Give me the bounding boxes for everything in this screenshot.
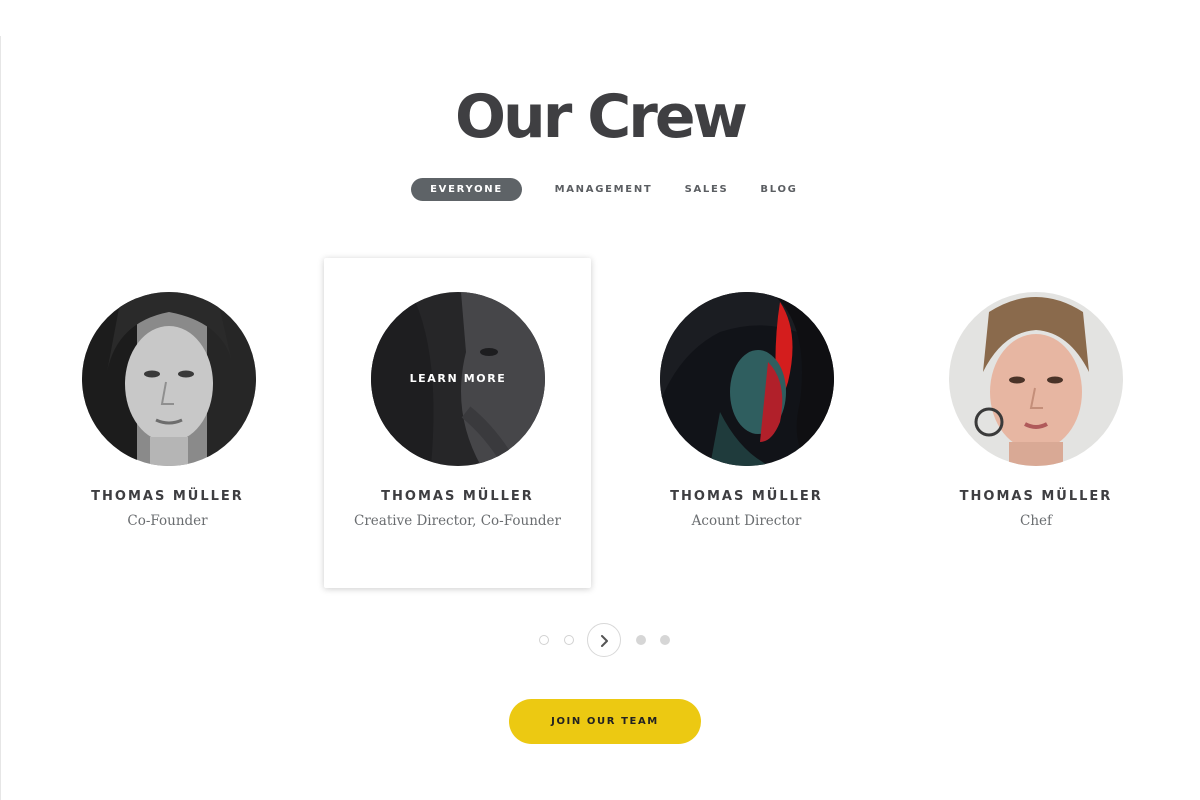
- tab-everyone[interactable]: EVERYONE: [411, 178, 522, 201]
- member-role: Creative Director, Co-Founder: [354, 513, 561, 529]
- member-photo[interactable]: [82, 292, 256, 466]
- learn-more-link[interactable]: LEARN MORE: [371, 292, 545, 466]
- member-role: Co-Founder: [127, 513, 208, 529]
- member-photo[interactable]: [660, 292, 834, 466]
- member-role: Chef: [1019, 513, 1052, 529]
- portrait-freckled-woman-image: [949, 292, 1123, 466]
- member-photo[interactable]: LEARN MORE: [371, 292, 545, 466]
- next-button[interactable]: [587, 623, 621, 657]
- member-card[interactable]: THOMAS MÜLLER Chef: [902, 258, 1170, 588]
- pager-dot[interactable]: [636, 635, 646, 645]
- member-name: THOMAS MÜLLER: [91, 489, 244, 504]
- filter-tabs: EVERYONE MANAGEMENT SALES BLOG: [0, 178, 1200, 201]
- member-card-highlighted[interactable]: LEARN MORE THOMAS MÜLLER Creative Direct…: [324, 258, 591, 588]
- portrait-bw-woman-image: [82, 292, 256, 466]
- page-title: Our Crew: [455, 82, 748, 152]
- portrait-red-teal-woman-image: [660, 292, 834, 466]
- carousel-pager: [0, 622, 1200, 658]
- tab-management[interactable]: MANAGEMENT: [547, 178, 660, 201]
- pager-dot[interactable]: [564, 635, 574, 645]
- pager-dot[interactable]: [660, 635, 670, 645]
- member-card[interactable]: THOMAS MÜLLER Co-Founder: [35, 258, 300, 588]
- member-name: THOMAS MÜLLER: [670, 489, 823, 504]
- member-role: Acount Director: [691, 513, 802, 529]
- member-card[interactable]: THOMAS MÜLLER Acount Director: [613, 258, 880, 588]
- member-photo[interactable]: [949, 292, 1123, 466]
- member-name: THOMAS MÜLLER: [381, 489, 534, 504]
- tab-sales[interactable]: SALES: [678, 178, 735, 201]
- member-name: THOMAS MÜLLER: [959, 489, 1113, 504]
- chevron-right-icon: [601, 635, 608, 647]
- join-our-team-button[interactable]: JOIN OUR TEAM: [509, 699, 701, 744]
- pager-dot[interactable]: [539, 635, 549, 645]
- tab-blog[interactable]: BLOG: [753, 178, 805, 201]
- crew-section: Our Crew EVERYONE MANAGEMENT SALES BLOG …: [0, 0, 1200, 800]
